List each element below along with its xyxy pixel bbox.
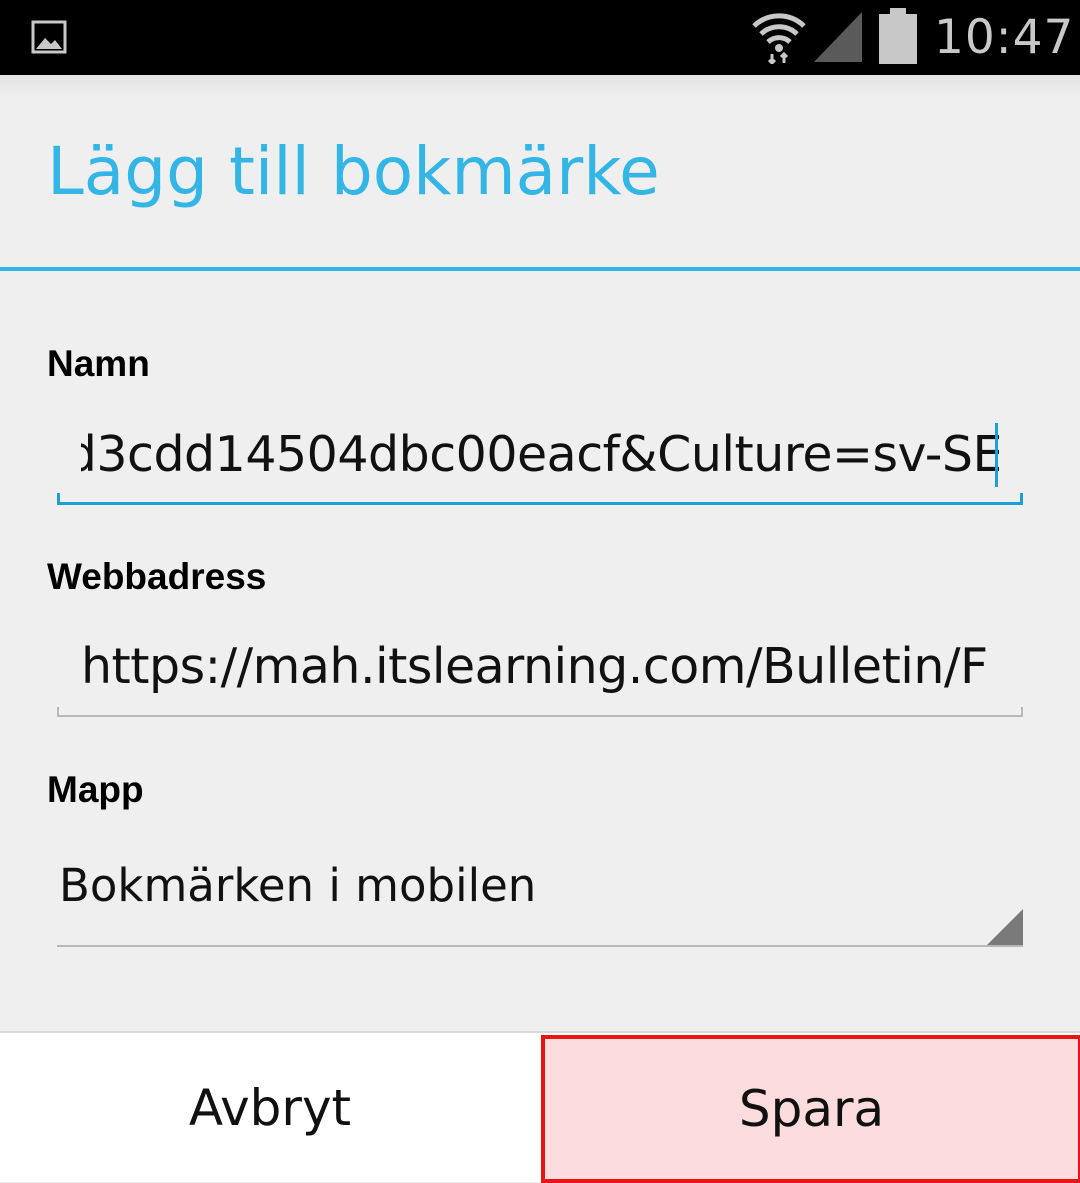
cancel-button[interactable]: Avbryt: [0, 1035, 540, 1182]
url-underline-left-edge: [57, 707, 59, 717]
url-value: https://mah.itslearning.com/Bulletin/F: [81, 638, 988, 695]
url-underline: [57, 715, 1023, 717]
name-field[interactable]: d3cdd14504dbc00eacf&Culture=sv-SE: [57, 417, 1023, 505]
name-underline-right-edge: [1020, 493, 1023, 505]
dialog-button-bar: Avbryt Spara: [0, 1031, 1080, 1183]
folder-selected-value: Bokmärken i mobilen: [59, 859, 537, 912]
url-underline-right-edge: [1021, 707, 1023, 717]
name-underline: [57, 502, 1023, 505]
dialog-title: Lägg till bokmärke: [47, 133, 660, 210]
text-cursor: [995, 423, 998, 487]
url-field[interactable]: https://mah.itslearning.com/Bulletin/F: [57, 629, 1023, 717]
name-label: Namn: [47, 343, 150, 384]
folder-spinner[interactable]: Bokmärken i mobilen: [57, 849, 1023, 947]
title-divider: [0, 267, 1080, 271]
status-bar: 10:47: [0, 0, 1080, 75]
url-text-clip: https://mah.itslearning.com/Bulletin/F: [81, 629, 999, 709]
folder-underline: [57, 945, 1023, 947]
name-text-clip: d3cdd14504dbc00eacf&Culture=sv-SE: [81, 417, 999, 497]
battery-icon: [879, 8, 917, 64]
dialog-header: Lägg till bokmärke: [0, 75, 1080, 267]
url-label: Webbadress: [47, 556, 267, 597]
name-underline-left-edge: [57, 493, 60, 505]
status-time: 10:47: [934, 10, 1075, 65]
gallery-icon: [31, 20, 67, 54]
save-button[interactable]: Spara: [541, 1035, 1080, 1183]
signal-icon: [814, 12, 862, 62]
folder-label: Mapp: [47, 769, 144, 810]
wifi-icon: [752, 13, 806, 64]
dropdown-arrow-icon: [987, 909, 1023, 945]
name-value: d3cdd14504dbc00eacf&Culture=sv-SE: [81, 426, 999, 483]
add-bookmark-dialog: Lägg till bokmärke Namn d3cdd14504dbc00e…: [0, 75, 1080, 1183]
